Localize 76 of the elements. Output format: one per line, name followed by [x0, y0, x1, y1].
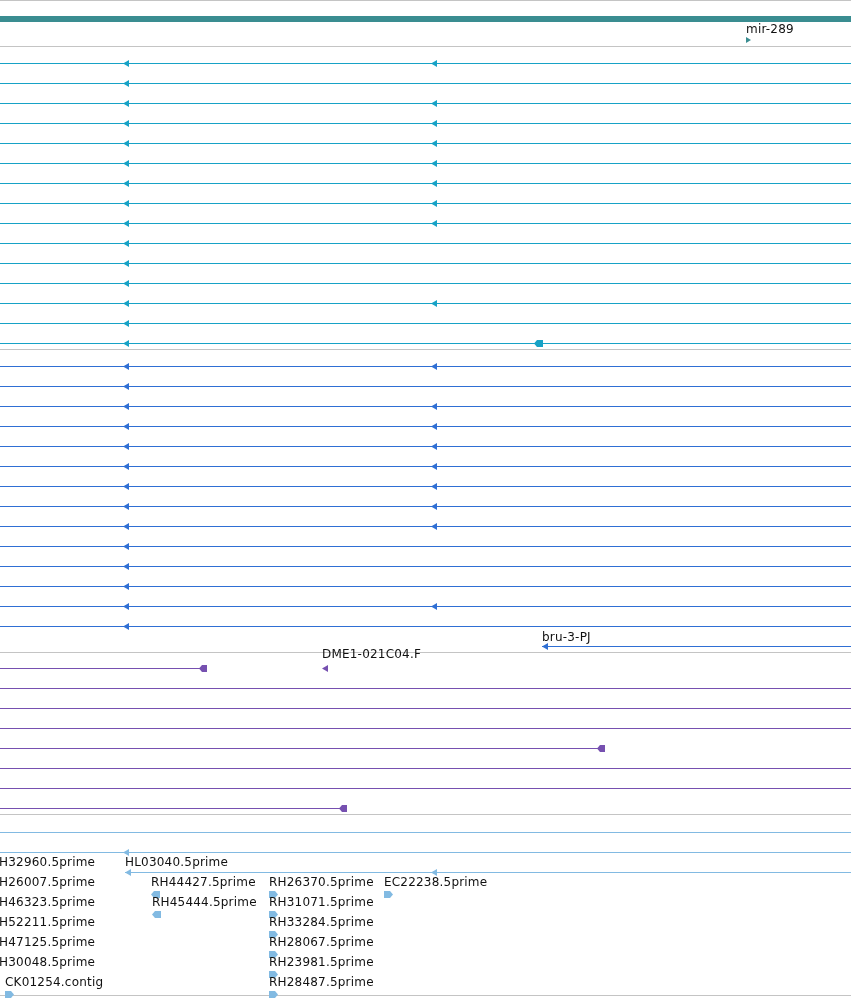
left-arrow-icon [123, 463, 129, 470]
left-arrow-icon [123, 583, 129, 590]
est-label: RH33284.5prime [269, 915, 374, 929]
left-arrow-icon [123, 120, 129, 127]
left-arrow-icon [123, 523, 129, 530]
est-label: RH26370.5prime [269, 875, 374, 889]
left-arrow-icon [542, 643, 548, 650]
left-arrow-icon [431, 180, 437, 187]
left-arrow-icon [431, 423, 437, 430]
left-arrow-icon [123, 340, 129, 347]
est-label: RH28067.5prime [269, 935, 374, 949]
left-arrow-icon [123, 423, 129, 430]
est-label: H46323.5prime [0, 895, 96, 909]
block-end-icon [339, 805, 347, 812]
left-arrow-icon [123, 180, 129, 187]
left-arrow-icon [431, 220, 437, 227]
left-arrow-icon [123, 403, 129, 410]
left-arrow-icon [123, 220, 129, 227]
left-arrow-icon [431, 140, 437, 147]
left-arrow-icon [431, 483, 437, 490]
gene-label: mir-289 [746, 22, 794, 36]
block-end-icon [597, 745, 605, 752]
left-arrow-icon [123, 280, 129, 287]
left-arrow-icon [123, 483, 129, 490]
est-label: RH45444.5prime [152, 895, 257, 909]
est-label: H30048.5prime [0, 955, 96, 969]
est-label: RH31071.5prime [269, 895, 374, 909]
left-arrow-icon [431, 160, 437, 167]
left-arrow-icon [123, 200, 129, 207]
left-arrow-icon [123, 100, 129, 107]
left-arrow-icon [123, 503, 129, 510]
left-arrow-icon [431, 503, 437, 510]
est-label: HL03040.5prime [125, 855, 229, 869]
left-arrow-icon [431, 603, 437, 610]
left-arrow-icon [123, 623, 129, 630]
left-arrow-icon [123, 320, 129, 327]
left-arrow-icon [123, 60, 129, 67]
est-label: H52211.5prime [0, 915, 96, 929]
transcript-label: DME1-021C04.F [322, 647, 421, 661]
est-label: H32960.5prime [0, 855, 96, 869]
left-arrow-icon [431, 100, 437, 107]
left-arrow-icon [431, 403, 437, 410]
est-label: CK01254.contig [5, 975, 104, 989]
left-arrow-icon [431, 300, 437, 307]
left-arrow-icon [431, 120, 437, 127]
left-arrow-icon [123, 160, 129, 167]
left-arrow-icon [322, 665, 328, 672]
left-arrow-icon [431, 60, 437, 67]
left-arrow-icon [123, 849, 129, 856]
left-arrow-icon [123, 383, 129, 390]
left-arrow-icon [431, 200, 437, 207]
block-end-icon [199, 665, 207, 672]
transcript-label: bru-3-PJ [542, 630, 591, 644]
left-arrow-icon [123, 443, 129, 450]
left-arrow-icon [123, 300, 129, 307]
left-arrow-icon [534, 340, 543, 347]
left-arrow-icon [123, 140, 129, 147]
left-arrow-icon [123, 543, 129, 550]
left-arrow-icon [123, 363, 129, 370]
left-arrow-icon [125, 869, 131, 876]
left-arrow-icon [123, 240, 129, 247]
est-label: H26007.5prime [0, 875, 96, 889]
left-arrow-icon [431, 523, 437, 530]
left-arrow-icon [431, 363, 437, 370]
left-arrow-icon [431, 869, 437, 876]
est-label: H47125.5prime [0, 935, 96, 949]
est-label: RH44427.5prime [151, 875, 256, 889]
left-arrow-icon [123, 603, 129, 610]
est-label: RH28487.5prime [269, 975, 374, 989]
est-label: EC22238.5prime [384, 875, 488, 889]
left-arrow-icon [123, 563, 129, 570]
left-arrow-icon [431, 443, 437, 450]
left-arrow-icon [431, 463, 437, 470]
est-label: RH23981.5prime [269, 955, 374, 969]
left-arrow-icon [123, 260, 129, 267]
left-arrow-icon [123, 80, 129, 87]
